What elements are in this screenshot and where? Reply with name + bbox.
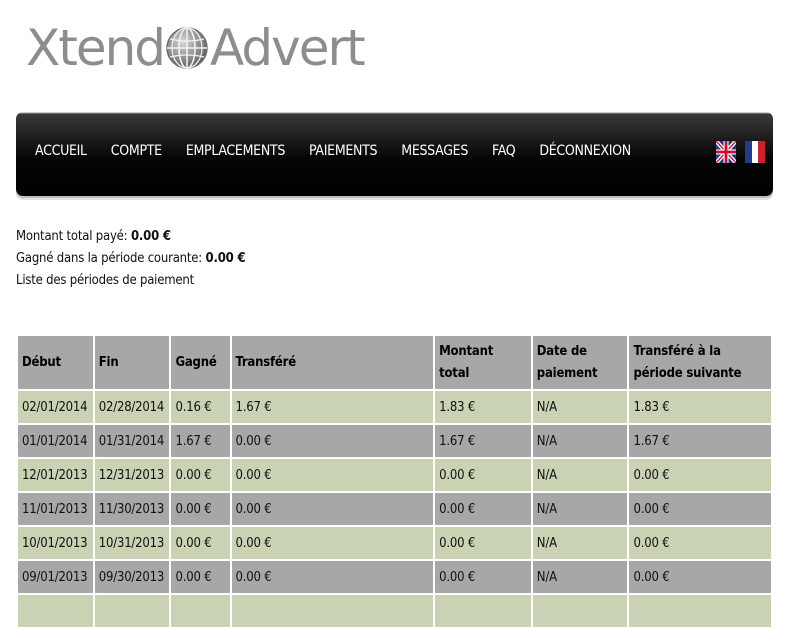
logo[interactable]: Xtend Advert [26,18,366,78]
cell-fin: 12/31/2013 [94,459,170,491]
cell-montant-total: 0.00 € [435,561,531,593]
cell-transfere: 1.67 € [231,391,434,423]
cell-transfere-suivante: 0.00 € [629,493,771,525]
cell-gagne: 0.00 € [171,493,230,525]
cell-gagne: 0.00 € [171,561,230,593]
cell-transfere: 0.00 € [231,459,434,491]
nav-items: ACCUEIL COMPTE EMPLACEMENTS PAIEMENTS ME… [35,143,655,159]
logo-text-advert: Advert [210,19,366,77]
table-row: 10/01/2013 10/31/2013 0.00 € 0.00 € 0.00… [18,527,771,559]
main-nav: ACCUEIL COMPTE EMPLACEMENTS PAIEMENTS ME… [16,112,773,196]
total-paid-value: 0.00 € [130,229,171,244]
cell-gagne: 0.16 € [171,391,230,423]
table-row: 11/01/2013 11/30/2013 0.00 € 0.00 € 0.00… [18,493,771,525]
cell-transfere-suivante: 0.00 € [629,459,771,491]
cell-date-paiement: N/A [532,425,628,457]
fr-flag-icon[interactable] [745,141,765,163]
cell-montant-total: 0.00 € [435,459,531,491]
table-row: 09/01/2013 09/30/2013 0.00 € 0.00 € 0.00… [18,561,771,593]
cell-fin: 02/28/2014 [94,391,170,423]
periods-list-title: Liste des périodes de paiement [16,273,195,288]
globe-icon [166,27,208,69]
cell-date-paiement: N/A [532,527,628,559]
cell-debut: 12/01/2013 [18,459,93,491]
cell-date-paiement: N/A [532,391,628,423]
cell-gagne: 1.67 € [171,425,230,457]
cell-transfere: 0.00 € [231,561,434,593]
col-header-gagne[interactable]: Gagné [171,336,230,389]
cell-fin: 10/31/2013 [94,527,170,559]
payment-summary: Montant total payé: 0.00 € Gagné dans la… [16,226,246,292]
cell-montant-total: 1.83 € [435,391,531,423]
cell-debut: 09/01/2013 [18,561,93,593]
cell-transfere: 0.00 € [231,493,434,525]
cell-montant-total: 1.67 € [435,425,531,457]
nav-item-deconnexion[interactable]: DÉCONNEXION [539,143,631,159]
cell-fin: 11/30/2013 [94,493,170,525]
total-paid-line: Montant total payé: 0.00 € [16,226,245,248]
col-header-date-paiement[interactable]: Date de paiement [532,336,628,389]
col-header-montant-total[interactable]: Montant total [435,336,531,389]
table-row: 12/01/2013 12/31/2013 0.00 € 0.00 € 0.00… [18,459,771,491]
cell-date-paiement: N/A [532,459,628,491]
cell-date-paiement: N/A [532,493,628,525]
cell-debut: 11/01/2013 [18,493,93,525]
logo-text-xtend: Xtend [26,19,166,77]
current-earned-line: Gagné dans la période courante: 0.00 € [16,248,246,270]
uk-flag-icon[interactable] [716,141,736,163]
col-header-transfere[interactable]: Transféré [231,336,434,389]
nav-item-messages[interactable]: MESSAGES [401,143,468,159]
nav-item-paiements[interactable]: PAIEMENTS [309,143,378,159]
cell-montant-total: 0.00 € [435,527,531,559]
current-earned-value: 0.00 € [205,251,246,266]
cell-montant-total: 0.00 € [435,493,531,525]
cell-debut: 02/01/2014 [18,391,93,423]
current-earned-label: Gagné dans la période courante: [16,251,203,266]
cell-fin: 01/31/2014 [94,425,170,457]
cell-transfere: 0.00 € [231,425,434,457]
cell-date-paiement: N/A [532,561,628,593]
nav-item-faq[interactable]: FAQ [492,143,516,159]
cell-gagne: 0.00 € [171,459,230,491]
cell-transfere-suivante: 1.67 € [629,425,771,457]
cell-fin: 09/30/2013 [94,561,170,593]
col-header-fin[interactable]: Fin [94,336,170,389]
nav-item-emplacements[interactable]: EMPLACEMENTS [186,143,286,159]
cell-gagne: 0.00 € [171,527,230,559]
table-header-row: Début Fin Gagné Transféré Montant total … [18,336,771,389]
total-paid-label: Montant total payé: [16,229,128,244]
payment-periods-table: Début Fin Gagné Transféré Montant total … [16,334,773,629]
cell-debut: 01/01/2014 [18,425,93,457]
cell-debut: 10/01/2013 [18,527,93,559]
col-header-debut[interactable]: Début [18,336,93,389]
cell-transfere-suivante: 1.83 € [629,391,771,423]
table-row: 02/01/2014 02/28/2014 0.16 € 1.67 € 1.83… [18,391,771,423]
col-header-transfere-suivante[interactable]: Transféré à la période suivante [629,336,771,389]
cell-transfere: 0.00 € [231,527,434,559]
cell-transfere-suivante: 0.00 € [629,527,771,559]
cell-transfere-suivante: 0.00 € [629,561,771,593]
table-row: 01/01/2014 01/31/2014 1.67 € 0.00 € 1.67… [18,425,771,457]
nav-item-accueil[interactable]: ACCUEIL [35,143,87,159]
nav-item-compte[interactable]: COMPTE [111,143,162,159]
